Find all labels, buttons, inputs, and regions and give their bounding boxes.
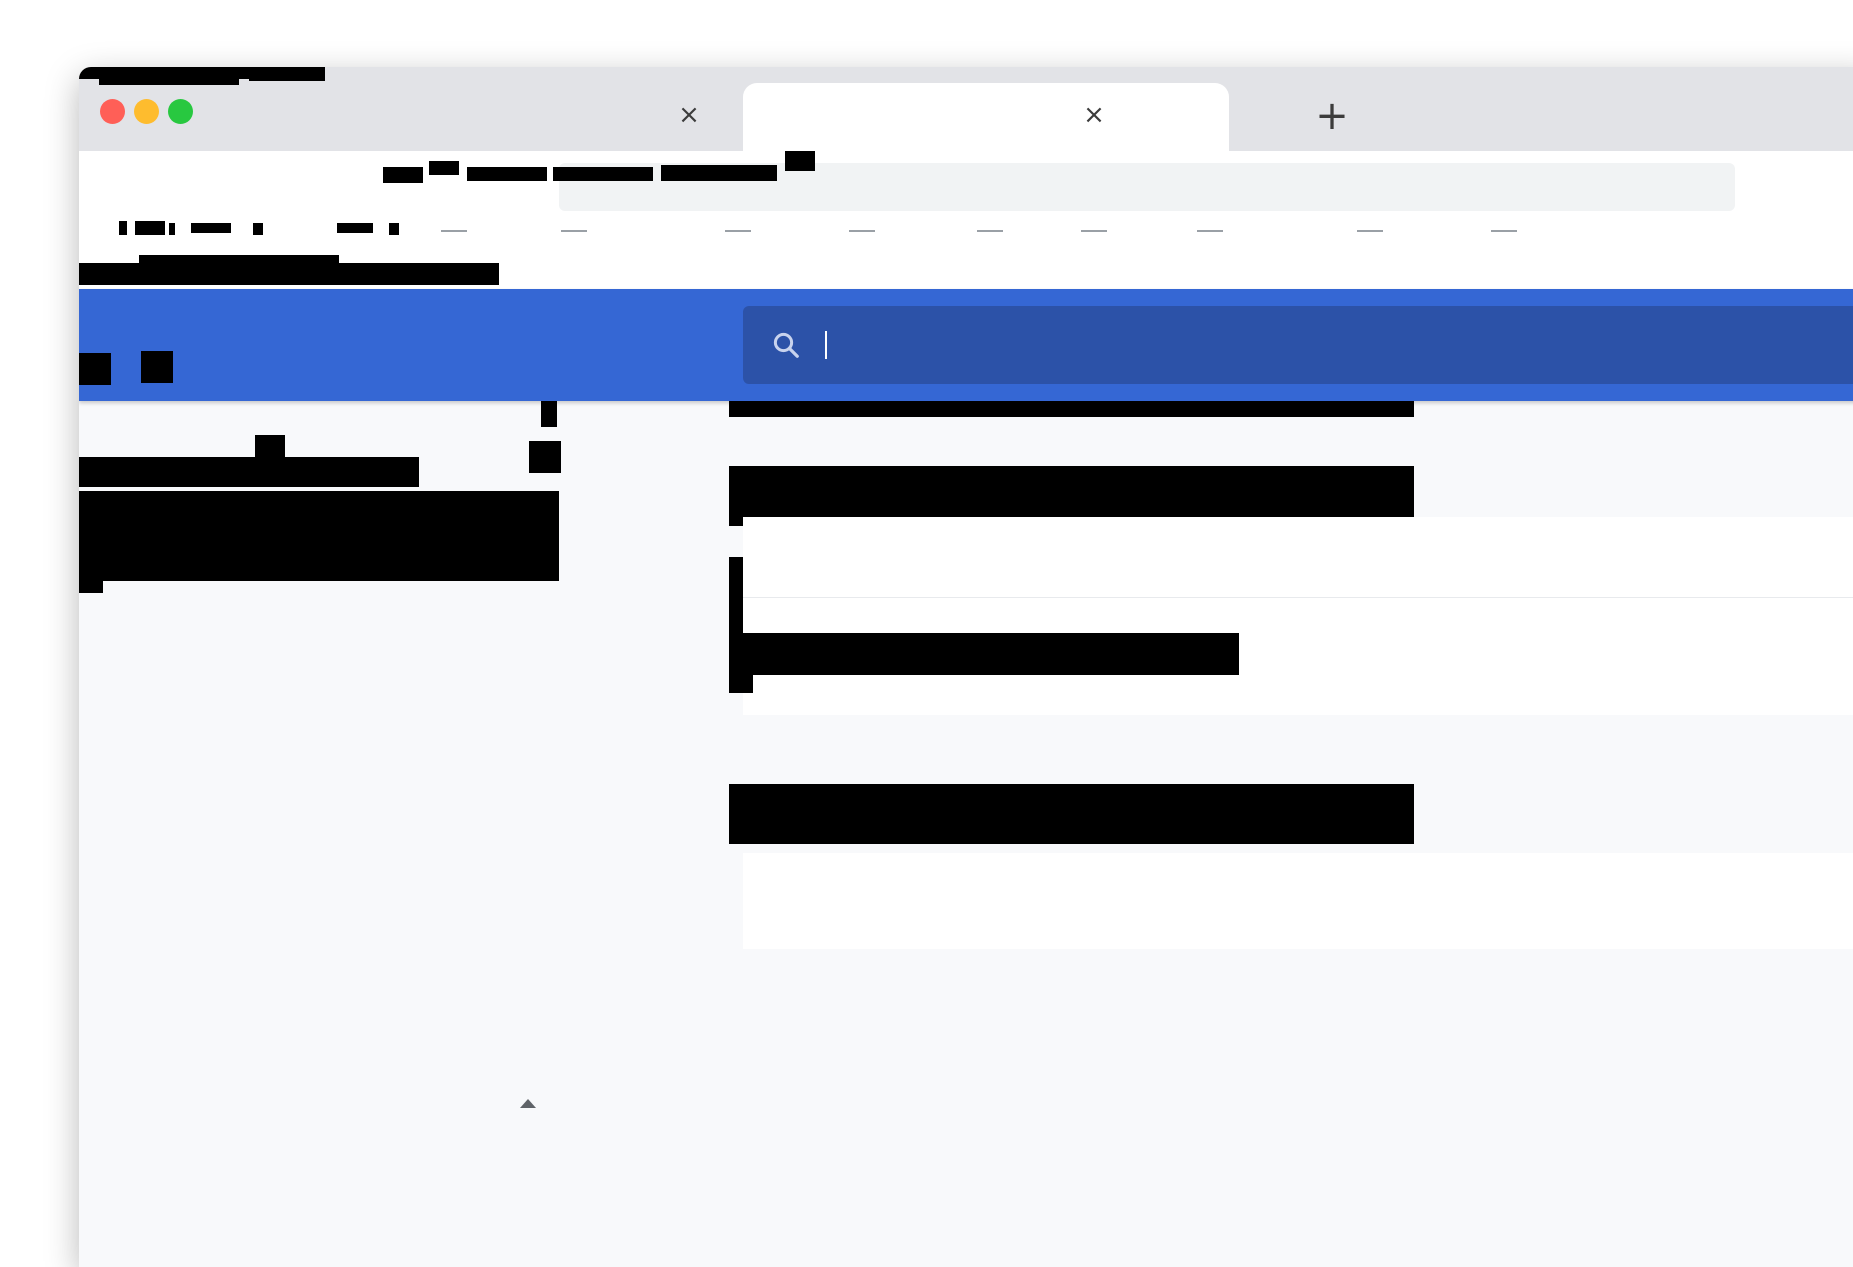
bookmark-divider bbox=[561, 230, 587, 232]
redacted-text bbox=[79, 491, 559, 581]
section-heading bbox=[729, 784, 1414, 844]
close-window-button[interactable] bbox=[100, 99, 125, 124]
redacted-text bbox=[79, 581, 103, 593]
redacted-text bbox=[553, 167, 653, 181]
redacted-text bbox=[661, 165, 777, 181]
redacted-text bbox=[337, 223, 373, 233]
redacted-text bbox=[253, 223, 263, 235]
bookmark-divider bbox=[849, 230, 875, 232]
tab-active[interactable] bbox=[743, 83, 1229, 151]
redacted-text bbox=[79, 263, 499, 285]
browser-toolbar bbox=[79, 151, 1853, 289]
search-input[interactable] bbox=[825, 322, 1829, 370]
card-divider bbox=[743, 597, 1853, 598]
bookmark-divider bbox=[1491, 230, 1517, 232]
minimize-window-button[interactable] bbox=[134, 99, 159, 124]
section-card bbox=[743, 853, 1853, 949]
redacted-text bbox=[729, 669, 753, 693]
redacted-text bbox=[249, 73, 325, 81]
redacted-text bbox=[141, 351, 173, 383]
search-box[interactable] bbox=[743, 306, 1853, 384]
redacted-text bbox=[119, 221, 127, 235]
redacted-text bbox=[99, 79, 239, 85]
bookmark-divider bbox=[977, 230, 1003, 232]
redacted-text bbox=[541, 401, 557, 427]
redacted-text bbox=[169, 223, 175, 235]
redacted-text bbox=[255, 435, 285, 459]
redacted-text bbox=[389, 223, 399, 235]
caret-up-icon[interactable] bbox=[520, 1099, 536, 1108]
text-caret bbox=[825, 331, 827, 359]
bookmark-divider bbox=[1197, 230, 1223, 232]
bookmark-divider bbox=[1357, 230, 1383, 232]
redacted-text bbox=[729, 633, 1239, 675]
browser-window: × × + bbox=[79, 67, 1853, 1267]
redacted-text bbox=[135, 221, 165, 235]
redacted-text bbox=[191, 223, 231, 233]
redacted-text bbox=[429, 161, 459, 175]
search-icon bbox=[773, 332, 799, 358]
redacted-text bbox=[383, 167, 423, 183]
plus-icon[interactable]: + bbox=[1315, 96, 1349, 136]
bookmark-divider bbox=[725, 230, 751, 232]
redacted-text bbox=[139, 255, 339, 265]
redacted-text bbox=[729, 557, 743, 637]
redacted-text bbox=[529, 441, 561, 473]
tab-inactive[interactable] bbox=[229, 83, 739, 151]
section-card bbox=[743, 517, 1853, 715]
maximize-window-button[interactable] bbox=[168, 99, 193, 124]
redacted-text bbox=[79, 353, 111, 385]
bookmark-divider bbox=[1081, 230, 1107, 232]
redacted-text bbox=[79, 457, 419, 487]
app-header bbox=[79, 289, 1853, 401]
redacted-text bbox=[729, 401, 1414, 417]
main-content bbox=[79, 401, 1853, 1267]
close-icon[interactable]: × bbox=[677, 102, 701, 128]
close-icon[interactable]: × bbox=[1082, 102, 1106, 128]
redacted-text bbox=[785, 151, 815, 171]
bookmark-divider bbox=[441, 230, 467, 232]
redacted-text bbox=[467, 167, 547, 181]
tab-strip: × × + bbox=[79, 67, 1853, 151]
